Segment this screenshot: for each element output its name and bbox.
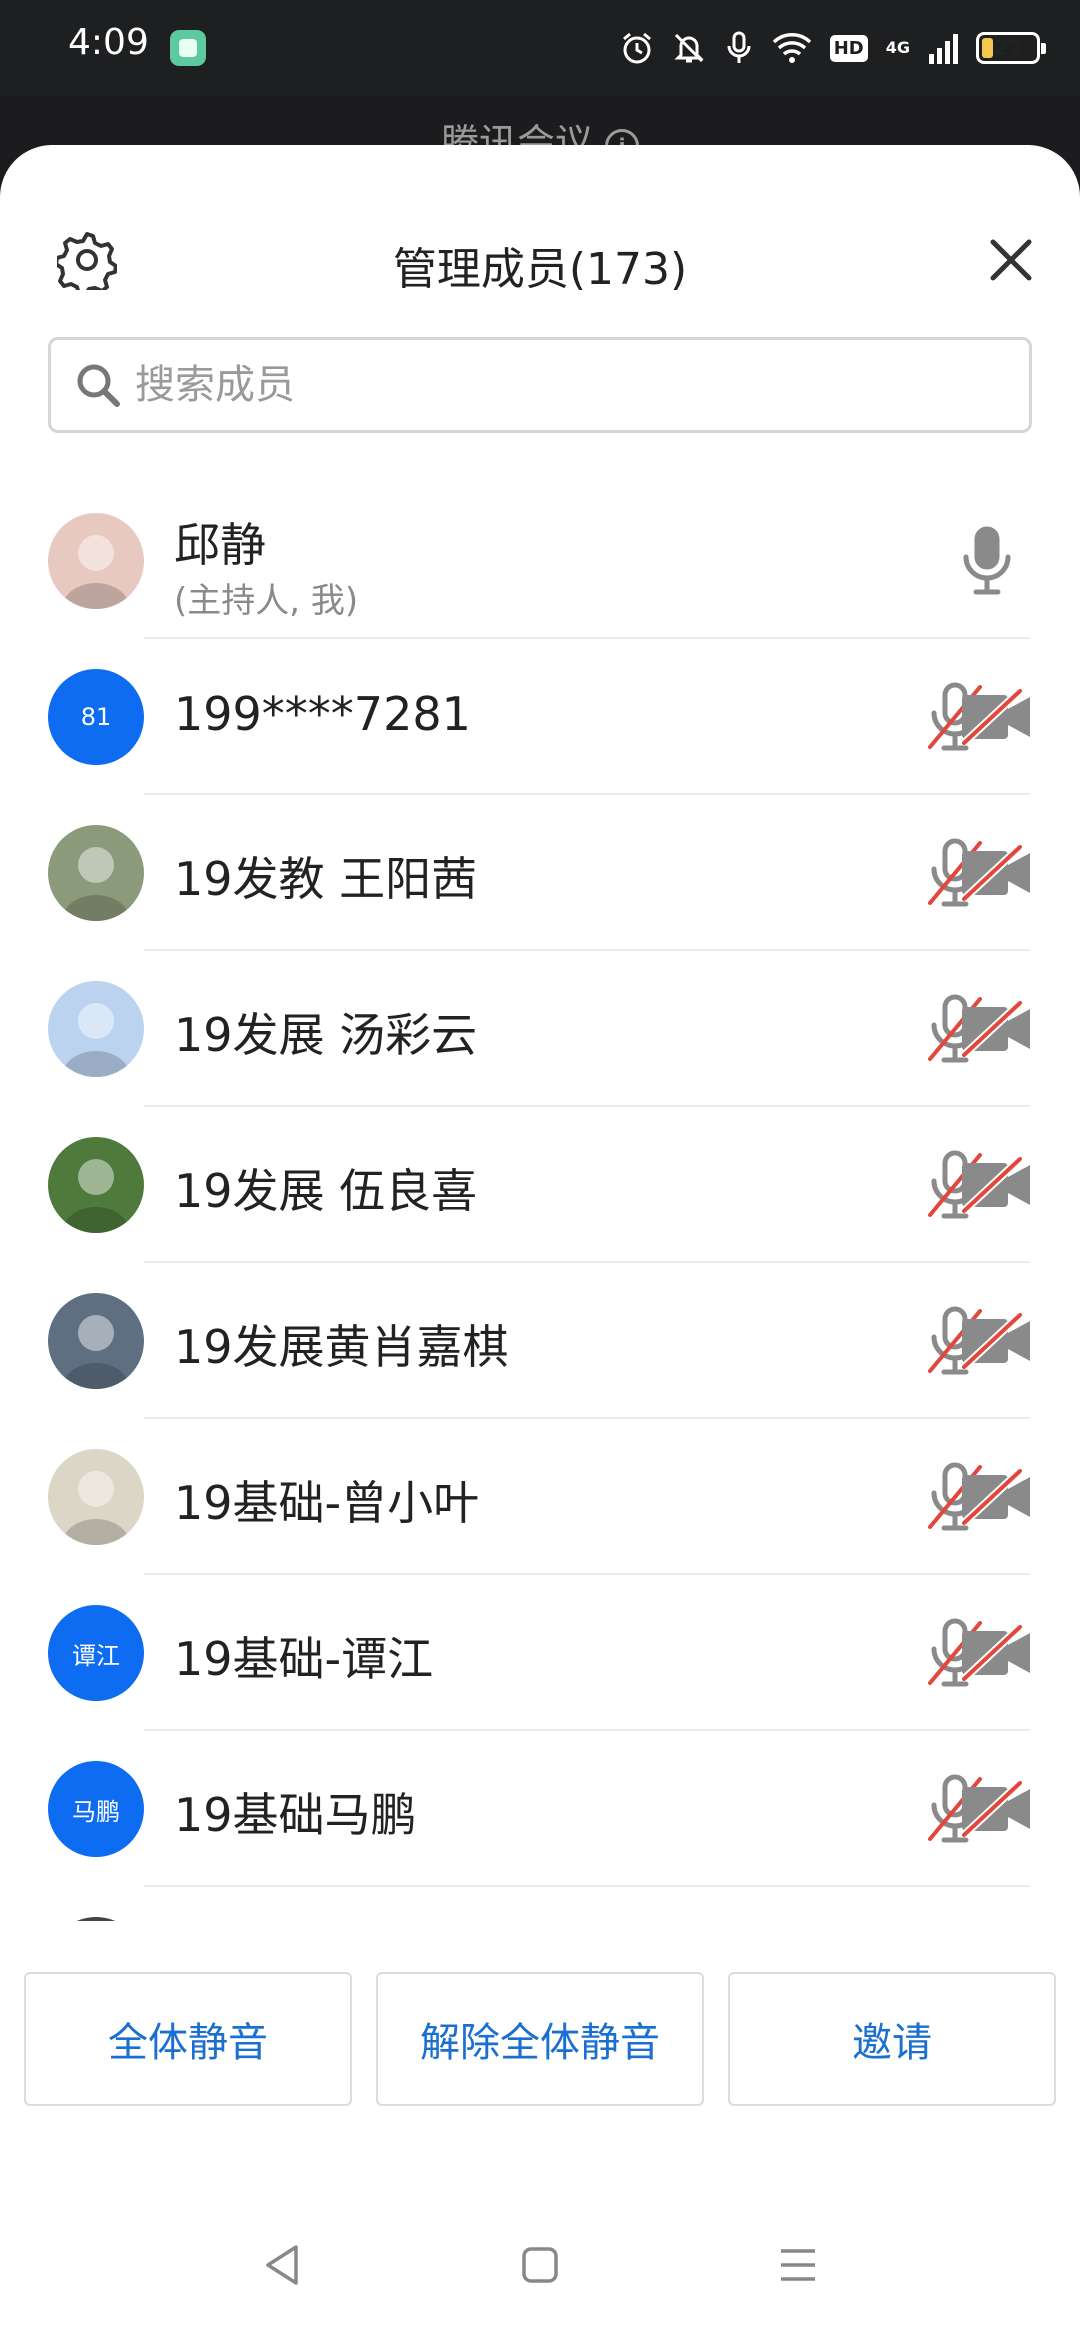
- battery-fill: [982, 38, 993, 58]
- avatar-text: 谭江: [72, 1641, 120, 1670]
- member-row[interactable]: 19发教 王阳茜: [0, 795, 1080, 951]
- avatar: 谭江: [48, 1605, 144, 1701]
- home-button[interactable]: [510, 2235, 570, 2295]
- member-name: 19基础马鹏: [174, 1788, 417, 1842]
- member-name: 19发教 王阳茜: [174, 852, 478, 906]
- status-bar: 4:09 HD 4G 22: [0, 0, 1080, 96]
- search-box[interactable]: [48, 337, 1032, 433]
- camera-off-icon: [961, 1312, 1030, 1370]
- member-name: 19发展 汤彩云: [174, 1008, 478, 1062]
- battery-icon: 22: [976, 32, 1046, 64]
- avatar-text: 81: [80, 703, 112, 731]
- avatar-image: [48, 1137, 144, 1233]
- member-name: 19发展黄肖嘉棋: [174, 1320, 509, 1374]
- camera-toggle[interactable]: [960, 1000, 1032, 1058]
- wifi-icon: [772, 33, 811, 63]
- avatar: [48, 1917, 144, 1921]
- camera-toggle[interactable]: [960, 1780, 1032, 1838]
- camera-off-icon: [961, 844, 1030, 902]
- hd-icon: HD: [829, 34, 868, 62]
- avatar: 马鹏: [48, 1761, 144, 1857]
- camera-toggle[interactable]: [960, 1624, 1032, 1682]
- screen: 4:09 HD 4G 22 腾讯会议i 管理成员(173): [0, 0, 1080, 2340]
- system-nav-bar: [0, 2185, 1080, 2340]
- mic-toggle[interactable]: [952, 525, 1022, 597]
- avatar-image: [48, 1293, 144, 1389]
- avatar-image: [48, 513, 144, 609]
- member-list[interactable]: 邱静 (主持人, 我) 81 199****7281 19发教 王阳茜 19发展 汤彩云 1…: [0, 483, 1080, 1921]
- avatar: [48, 513, 144, 609]
- member-row[interactable]: 19发展 伍良喜: [0, 1107, 1080, 1263]
- status-icons: HD 4G 22: [620, 26, 1046, 70]
- avatar: [48, 1293, 144, 1389]
- avatar: [48, 1449, 144, 1545]
- app-icon: [170, 30, 206, 66]
- mic-icon: [963, 526, 1011, 595]
- camera-off-icon: [961, 1468, 1030, 1526]
- back-icon: [266, 2245, 298, 2285]
- member-row[interactable]: 邱静 (主持人, 我): [0, 483, 1080, 639]
- camera-toggle[interactable]: [960, 1156, 1032, 1214]
- avatar: [48, 981, 144, 1077]
- camera-off-icon: [961, 1624, 1030, 1682]
- alarm-icon: [622, 32, 651, 64]
- network-type: 4G: [885, 38, 910, 57]
- manage-members-sheet: 管理成员(173) 邱静 (主持人, 我) 81 199****7281 19发教 王阳…: [0, 145, 1080, 2340]
- member-row[interactable]: 19基础-曾小叶: [0, 1419, 1080, 1575]
- invite-button[interactable]: 邀请: [728, 1972, 1056, 2106]
- member-row-partial[interactable]: [0, 1887, 1080, 1921]
- mic-icon: [727, 31, 751, 63]
- sheet-header: 管理成员(173): [0, 145, 1080, 295]
- camera-off-icon: [961, 1156, 1030, 1214]
- camera-off-icon: [961, 1780, 1030, 1838]
- avatar-image: [48, 981, 144, 1077]
- close-button[interactable]: [978, 227, 1044, 293]
- camera-toggle[interactable]: [960, 1468, 1032, 1526]
- member-name: 19基础-曾小叶: [174, 1476, 480, 1530]
- avatar: 81: [48, 669, 144, 765]
- home-icon: [522, 2247, 558, 2283]
- avatar-image: [48, 1449, 144, 1545]
- menu-button[interactable]: [768, 2235, 828, 2295]
- battery-level: 22: [994, 36, 1022, 60]
- close-icon: [990, 239, 1032, 281]
- camera-off-icon: [961, 688, 1030, 746]
- avatar-image: [48, 825, 144, 921]
- member-row[interactable]: 19发展黄肖嘉棋: [0, 1263, 1080, 1419]
- member-row[interactable]: 81 199****7281: [0, 639, 1080, 795]
- member-name: 199****7281: [174, 687, 471, 741]
- member-row[interactable]: 马鹏 19基础马鹏: [0, 1731, 1080, 1887]
- camera-toggle[interactable]: [960, 688, 1032, 746]
- member-row[interactable]: 谭江 19基础-谭江: [0, 1575, 1080, 1731]
- member-role: (主持人, 我): [174, 581, 359, 621]
- member-name: 邱静: [174, 518, 266, 572]
- status-time: 4:09: [68, 22, 149, 63]
- action-bar: 全体静音 解除全体静音 邀请: [24, 1972, 1056, 2106]
- mute-all-button[interactable]: 全体静音: [24, 1972, 352, 2106]
- camera-toggle[interactable]: [960, 844, 1032, 902]
- page-title: 管理成员(173): [392, 244, 688, 295]
- back-button[interactable]: [252, 2235, 312, 2295]
- search-icon: [77, 364, 120, 407]
- bell-muted-icon: [674, 33, 704, 63]
- search-input[interactable]: [135, 362, 955, 408]
- avatar-text: 马鹏: [72, 1797, 120, 1826]
- signal-icon: [929, 34, 958, 64]
- avatar: [48, 825, 144, 921]
- member-name: 19基础-谭江: [174, 1632, 434, 1686]
- member-name: 19发展 伍良喜: [174, 1164, 478, 1218]
- menu-icon: [781, 2249, 815, 2281]
- unmute-all-button[interactable]: 解除全体静音: [376, 1972, 704, 2106]
- camera-toggle[interactable]: [960, 1312, 1032, 1370]
- member-row[interactable]: 19发展 汤彩云: [0, 951, 1080, 1107]
- camera-off-icon: [961, 1000, 1030, 1058]
- avatar: [48, 1137, 144, 1233]
